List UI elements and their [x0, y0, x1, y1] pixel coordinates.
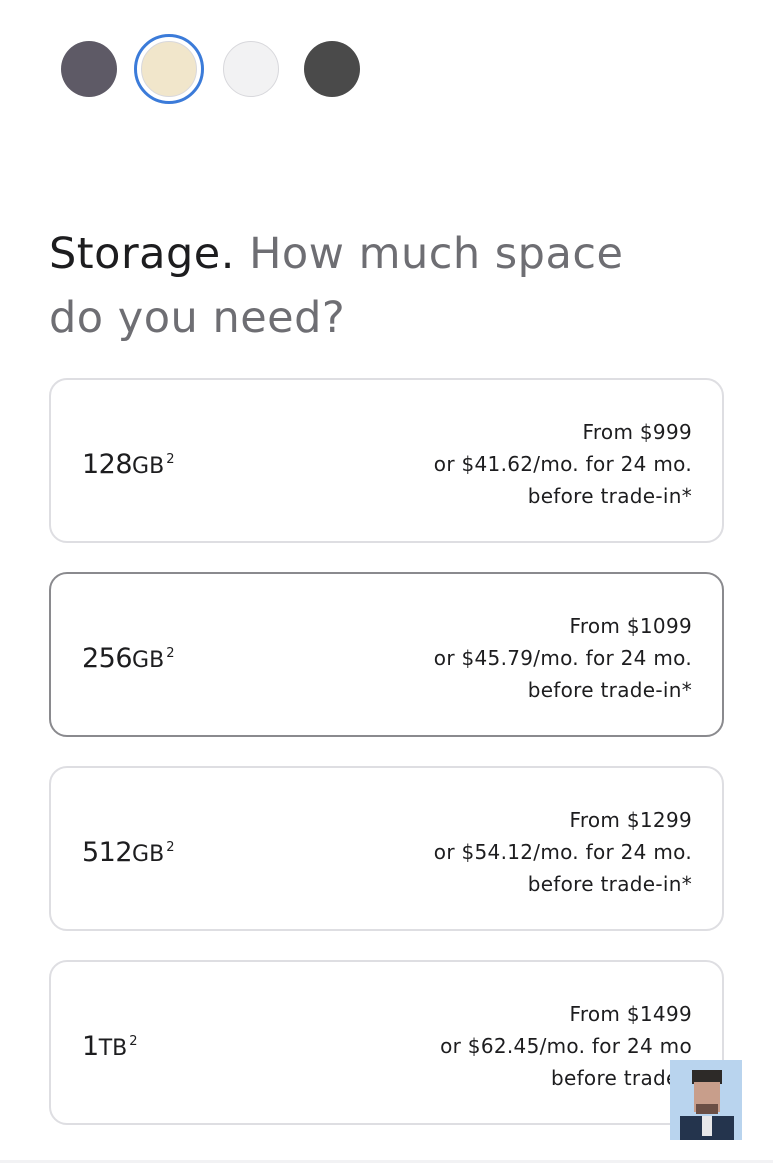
footnote-mark: 2 [166, 452, 174, 467]
storage-heading: Storage. How much space do you need? [49, 222, 689, 350]
avatar-beard [696, 1104, 718, 1114]
capacity-number: 1 [82, 1031, 99, 1062]
storage-option-128gb[interactable]: 128GB 2 From $999 or $41.62/mo. for 24 mo… [49, 378, 724, 543]
capacity-label: 128GB 2 [82, 444, 174, 483]
capacity-number: 512 [82, 837, 133, 868]
swatch-gold[interactable] [134, 34, 204, 104]
capacity-number: 128 [82, 449, 133, 480]
price-line: From $1499 [569, 1002, 692, 1026]
monthly-line: or $41.62/mo. for 24 mo. [433, 452, 692, 476]
price-line: From $999 [582, 420, 692, 444]
swatch-silver[interactable] [216, 34, 286, 104]
price-info: From $1499 or $62.45/mo. for 24 mo befor… [440, 998, 692, 1094]
price-line: From $1299 [569, 808, 692, 832]
storage-option-1tb[interactable]: 1TB 2 From $1499 or $62.45/mo. for 24 mo … [49, 960, 724, 1125]
price-info: From $1299 or $54.12/mo. for 24 mo. befo… [434, 804, 692, 900]
capacity-unit: GB [132, 648, 165, 673]
chat-avatar[interactable] [670, 1060, 742, 1140]
price-line: From $1099 [569, 614, 692, 638]
capacity-unit: GB [132, 454, 165, 479]
avatar-collar [702, 1116, 712, 1136]
monthly-line: or $54.12/mo. for 24 mo. [433, 840, 692, 864]
swatch-color [304, 41, 360, 97]
monthly-line: or $62.45/mo. for 24 mo [440, 1034, 692, 1058]
swatch-color [223, 41, 279, 97]
tradein-line: before trade-in* [527, 484, 692, 508]
swatch-deep-purple[interactable] [54, 34, 124, 104]
footnote-mark: 2 [166, 646, 174, 661]
footnote-mark: 2 [166, 840, 174, 855]
capacity-label: 256GB 2 [82, 638, 174, 677]
tradein-line: before trade-in* [527, 678, 692, 702]
capacity-number: 256 [82, 643, 133, 674]
storage-page: Storage. How much space do you need? 128… [0, 0, 773, 1163]
price-info: From $999 or $41.62/mo. for 24 mo. befor… [434, 416, 692, 512]
swatch-color [61, 41, 117, 97]
tradein-line: before trade-i [550, 1066, 692, 1090]
swatch-space-black[interactable] [297, 34, 367, 104]
capacity-label: 512GB 2 [82, 832, 174, 871]
storage-option-256gb[interactable]: 256GB 2 From $1099 or $45.79/mo. for 24 m… [49, 572, 724, 737]
heading-title: Storage. [49, 229, 235, 279]
price-info: From $1099 or $45.79/mo. for 24 mo. befo… [434, 610, 692, 706]
capacity-unit: TB [98, 1036, 128, 1061]
footnote-mark: 2 [129, 1034, 137, 1049]
capacity-unit: GB [132, 842, 165, 867]
capacity-label: 1TB 2 [82, 1026, 137, 1065]
swatch-color [141, 41, 197, 97]
monthly-line: or $45.79/mo. for 24 mo. [433, 646, 692, 670]
tradein-line: before trade-in* [527, 872, 692, 896]
storage-option-512gb[interactable]: 512GB 2 From $1299 or $54.12/mo. for 24 m… [49, 766, 724, 931]
